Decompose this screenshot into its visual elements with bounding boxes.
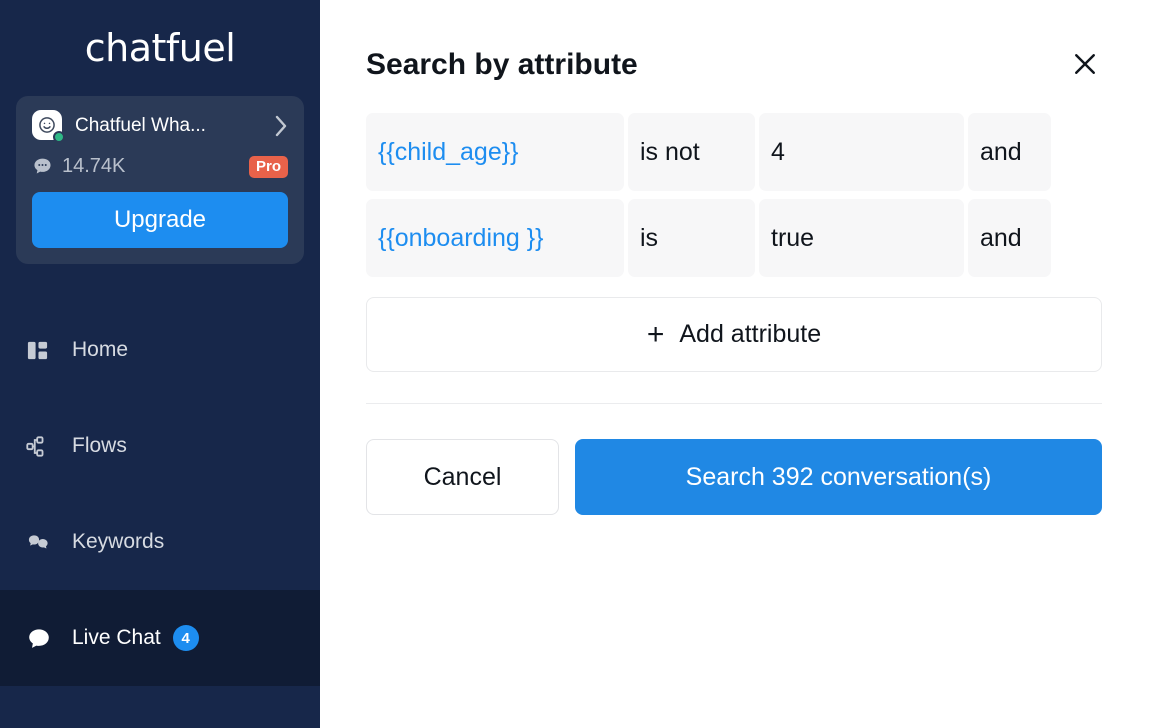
status-badge: Pro — [248, 155, 288, 178]
divider — [366, 403, 1102, 404]
upgrade-button[interactable]: Upgrade — [32, 192, 288, 248]
attribute-conjunction-cell[interactable]: and — [968, 113, 1051, 191]
dashboard-icon — [26, 339, 56, 362]
account-name: Chatfuel Wha... — [75, 115, 206, 136]
online-dot-icon — [53, 131, 65, 143]
sidebar-item-label: Home — [72, 338, 129, 361]
attribute-name-cell[interactable]: {{onboarding }} — [366, 199, 624, 277]
sidebar-item-label: Live Chat — [72, 626, 161, 649]
table-row: {{child_age}} is not 4 and — [366, 113, 1102, 191]
account-header[interactable]: Chatfuel Wha... — [32, 110, 288, 143]
sidebar-item-label: Flows — [72, 434, 127, 457]
account-stats: 14.74K Pro — [32, 155, 288, 178]
panel-header: Search by attribute — [320, 0, 1162, 82]
sidebar-item-keywords[interactable]: Keywords — [0, 494, 320, 590]
attribute-name-cell[interactable]: {{child_age}} — [366, 113, 624, 191]
chat-bubble-icon — [26, 626, 56, 651]
sidebar-item-home[interactable]: Home — [0, 302, 320, 398]
attribute-value-cell[interactable]: true — [759, 199, 964, 277]
close-icon — [1071, 50, 1099, 81]
sidebar-item-badge: 4 — [172, 625, 199, 651]
search-by-attribute-panel: Search by attribute {{child_age}} is not… — [320, 0, 1162, 728]
attribute-operator-cell[interactable]: is — [628, 199, 755, 277]
panel-actions: Cancel Search 392 conversation(s) — [366, 439, 1102, 515]
page-title: Search by attribute — [366, 48, 638, 81]
close-button[interactable] — [1068, 48, 1102, 82]
cancel-button[interactable]: Cancel — [366, 439, 559, 515]
avatar — [32, 110, 65, 143]
search-button[interactable]: Search 392 conversation(s) — [575, 439, 1102, 515]
add-attribute-label: Add attribute — [679, 320, 822, 348]
sidebar-item-live-chat[interactable]: Live Chat 4 — [0, 590, 320, 686]
flow-nodes-icon — [26, 435, 56, 458]
sidebar-nav: Home Flows Keywords Live Chat 4 — [0, 302, 320, 686]
keywords-bubbles-icon — [26, 531, 56, 554]
sidebar-item-flows[interactable]: Flows — [0, 398, 320, 494]
table-row: {{onboarding }} is true and — [366, 199, 1102, 277]
sidebar: chatfuel Chatfuel Wha... 14.74K Pro Upgr… — [0, 0, 320, 728]
plus-icon: + — [646, 317, 665, 351]
chat-bubble-icon — [32, 156, 53, 177]
account-card[interactable]: Chatfuel Wha... 14.74K Pro Upgrade — [16, 96, 304, 264]
brand-logo-text: chatfuel — [84, 26, 236, 70]
attribute-operator-cell[interactable]: is not — [628, 113, 755, 191]
chevron-right-icon[interactable] — [275, 115, 288, 137]
attribute-value-cell[interactable]: 4 — [759, 113, 964, 191]
brand-logo[interactable]: chatfuel — [0, 0, 320, 96]
add-attribute-button[interactable]: + Add attribute — [366, 297, 1102, 372]
attribute-filter-list: {{child_age}} is not 4 and {{onboarding … — [320, 113, 1162, 277]
app-root: chatfuel Chatfuel Wha... 14.74K Pro Upgr… — [0, 0, 1162, 728]
messages-count: 14.74K — [62, 155, 126, 177]
sidebar-item-label: Keywords — [72, 530, 165, 553]
attribute-conjunction-cell[interactable]: and — [968, 199, 1051, 277]
